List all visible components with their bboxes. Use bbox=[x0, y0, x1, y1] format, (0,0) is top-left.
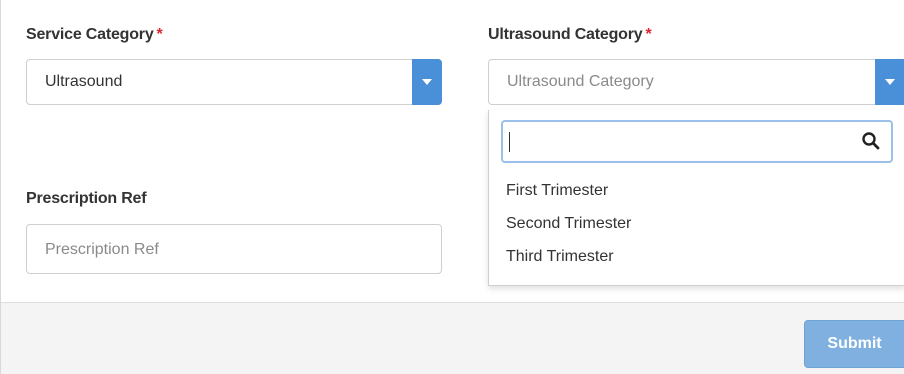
dropdown-option-first-trimester[interactable]: First Trimester bbox=[506, 182, 608, 200]
dropdown-option-third-trimester[interactable]: Third Trimester bbox=[506, 248, 614, 266]
service-category-label-text: Service Category bbox=[26, 26, 154, 43]
form-page: Service Category * Ultrasound Ultrasound … bbox=[0, 0, 904, 374]
service-category-label: Service Category * bbox=[26, 26, 163, 44]
service-category-value: Ultrasound bbox=[45, 73, 123, 90]
prescription-ref-placeholder: Prescription Ref bbox=[45, 241, 159, 258]
submit-button[interactable]: Submit bbox=[804, 320, 904, 368]
text-cursor bbox=[509, 132, 510, 152]
required-mark: * bbox=[645, 26, 652, 43]
ultrasound-category-dropdown: First Trimester Second Trimester Third T… bbox=[488, 110, 904, 286]
dropdown-option-second-trimester[interactable]: Second Trimester bbox=[506, 215, 631, 233]
ultrasound-category-select[interactable]: Ultrasound Category bbox=[488, 59, 904, 105]
prescription-ref-input[interactable]: Prescription Ref bbox=[26, 224, 442, 274]
form-footer: Submit bbox=[1, 302, 904, 374]
ultrasound-category-label-text: Ultrasound Category bbox=[488, 26, 643, 43]
ultrasound-category-placeholder: Ultrasound Category bbox=[507, 73, 654, 90]
required-mark: * bbox=[156, 26, 163, 43]
dropdown-search-input[interactable] bbox=[501, 120, 893, 163]
prescription-ref-label: Prescription Ref bbox=[26, 190, 147, 207]
chevron-down-icon[interactable] bbox=[875, 59, 904, 105]
service-category-select[interactable]: Ultrasound bbox=[26, 59, 442, 105]
search-icon bbox=[862, 132, 880, 150]
ultrasound-category-label: Ultrasound Category * bbox=[488, 26, 652, 44]
chevron-down-icon[interactable] bbox=[412, 59, 442, 105]
